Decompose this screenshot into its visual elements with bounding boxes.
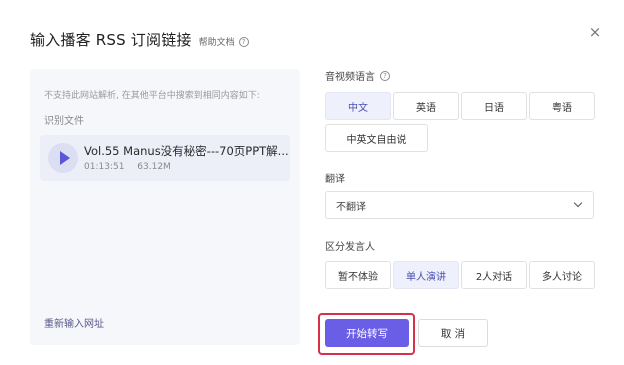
speaker-option-dialogue[interactable]: 2人对话 <box>461 261 527 289</box>
speaker-option-skip[interactable]: 暂不体验 <box>325 261 391 289</box>
file-meta: 01:13:51 63.12M <box>84 162 171 172</box>
dialog-title: 输入播客 RSS 订阅链接 <box>30 31 192 49</box>
source-panel: 不支持此网站解析, 在其他平台中搜索到相同内容如下: 识别文件 Vol.55 M… <box>30 69 300 345</box>
recognized-file-label: 识别文件 <box>44 116 84 127</box>
language-option-japanese[interactable]: 日语 <box>461 92 527 120</box>
file-title: Vol.55 Manus没有秘密---70页PPT解... <box>84 144 288 158</box>
start-transcribe-button[interactable]: 开始转写 <box>325 319 409 347</box>
rss-dialog: 输入播客 RSS 订阅链接 帮助文档 ? × 不支持此网站解析, 在其他平台中搜… <box>0 0 624 365</box>
translate-section-label: 翻译 <box>325 170 345 185</box>
speaker-option-group[interactable]: 多人讨论 <box>529 261 595 289</box>
language-option-mixed[interactable]: 中英文自由说 <box>325 124 428 152</box>
language-option-cantonese[interactable]: 粤语 <box>529 92 595 120</box>
cancel-button[interactable]: 取 消 <box>418 319 488 347</box>
play-button[interactable] <box>48 143 78 173</box>
file-size: 63.12M <box>137 162 171 172</box>
speaker-label: 区分发言人 <box>325 242 375 253</box>
help-doc-link[interactable]: 帮助文档 ? <box>199 35 249 48</box>
language-option-english[interactable]: 英语 <box>393 92 459 120</box>
language-section-label: 音视频语言 ? <box>325 68 390 83</box>
speaker-option-single[interactable]: 单人演讲 <box>393 261 459 289</box>
question-circle-icon: ? <box>238 36 249 47</box>
translate-select[interactable]: 不翻译 <box>325 191 594 219</box>
close-icon[interactable]: × <box>586 23 604 41</box>
help-doc-label: 帮助文档 <box>198 38 235 48</box>
dialog-header: 输入播客 RSS 订阅链接 帮助文档 ? <box>30 29 249 50</box>
question-circle-icon[interactable]: ? <box>380 70 390 81</box>
chevron-down-icon <box>573 198 583 208</box>
speaker-section-label: 区分发言人 <box>325 238 375 253</box>
translate-label: 翻译 <box>325 174 345 185</box>
reenter-url-link[interactable]: 重新输入网址 <box>44 315 104 330</box>
file-card[interactable]: Vol.55 Manus没有秘密---70页PPT解... 01:13:51 6… <box>40 135 290 181</box>
file-duration: 01:13:51 <box>84 162 125 172</box>
play-icon <box>59 151 70 165</box>
language-option-chinese[interactable]: 中文 <box>325 92 391 120</box>
unsupported-notice: 不支持此网站解析, 在其他平台中搜索到相同内容如下: <box>44 91 260 101</box>
language-label: 音视频语言 <box>325 72 375 83</box>
translate-value: 不翻译 <box>336 201 366 213</box>
